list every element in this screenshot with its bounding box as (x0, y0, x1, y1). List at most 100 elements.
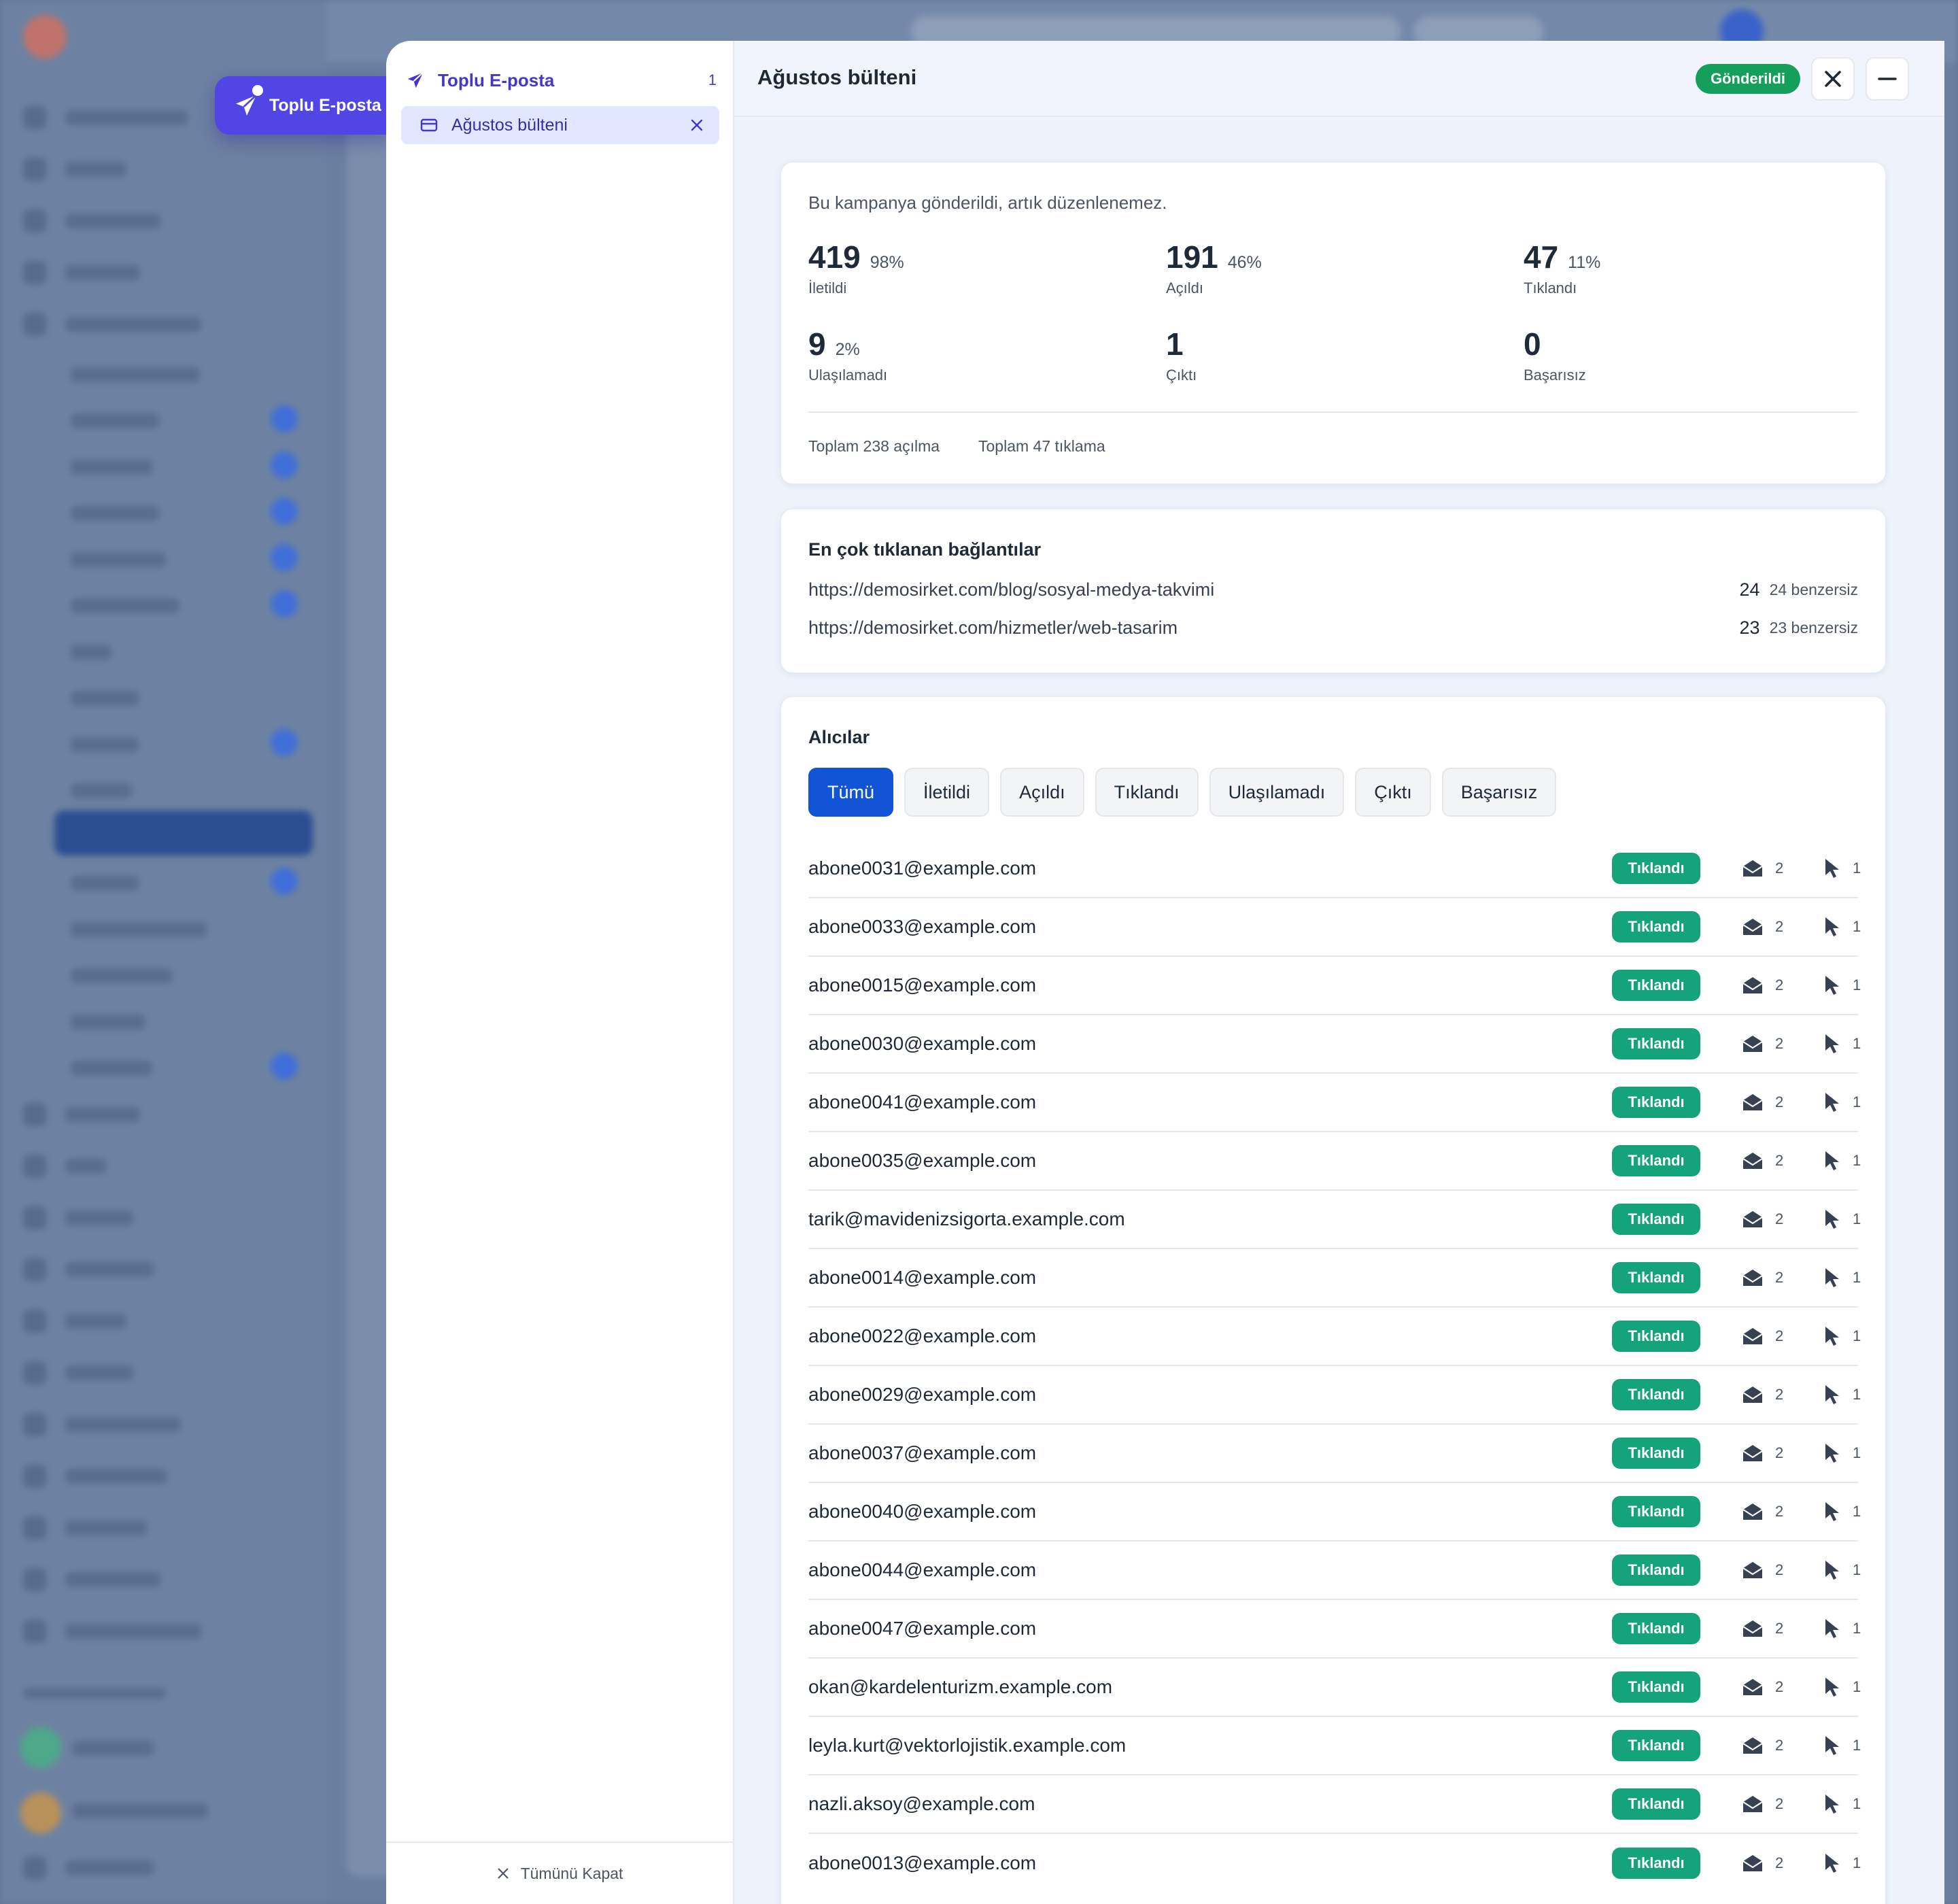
opens-count: 2 (1775, 918, 1784, 935)
filter-unreachable[interactable]: Ulaşılamadı (1209, 768, 1345, 817)
clicks-count: 1 (1853, 1093, 1861, 1110)
background-active-item (54, 811, 313, 855)
filter-clicked[interactable]: Tıklandı (1095, 768, 1199, 817)
recipient-row[interactable]: leyla.kurt@vektorlojistik.example.com Tı… (808, 1717, 1861, 1775)
filter-unsubscribed[interactable]: Çıktı (1355, 768, 1431, 817)
envelope-open-icon (1741, 1443, 1764, 1463)
envelope-open-icon (1741, 1384, 1764, 1405)
recipient-row[interactable]: abone0022@example.com Tıklandı 2 1 (808, 1308, 1861, 1366)
opens-count: 2 (1775, 1444, 1784, 1461)
status-badge: Gönderildi (1696, 64, 1800, 94)
recipient-email: leyla.kurt@vektorlojistik.example.com (808, 1735, 1127, 1756)
close-all-button[interactable]: Tümünü Kapat (386, 1841, 733, 1904)
stat-percent: 11% (1568, 253, 1601, 272)
recipient-row[interactable]: abone0015@example.com Tıklandı 2 1 (808, 957, 1861, 1015)
opens-count: 2 (1775, 1327, 1784, 1344)
recipient-email: abone0029@example.com (808, 1384, 1037, 1405)
stat-value: 9 (808, 326, 826, 362)
recipient-opens: 2 (1741, 1501, 1796, 1522)
clicks-count: 1 (1853, 918, 1861, 935)
minimize-button[interactable] (1866, 57, 1909, 101)
recipient-opens: 2 (1741, 1034, 1796, 1054)
stat-label: Başarısız (1524, 367, 1586, 384)
recipient-row[interactable]: abone0044@example.com Tıklandı 2 1 (808, 1542, 1861, 1600)
recipient-email: abone0031@example.com (808, 857, 1037, 879)
filter-all[interactable]: Tümü (808, 768, 894, 817)
recipient-row[interactable]: abone0041@example.com Tıklandı 2 1 (808, 1074, 1861, 1132)
envelope-open-icon (1741, 858, 1764, 879)
rail-header[interactable]: Toplu E-posta 1 (405, 65, 717, 95)
page-title: Ağustos bülteni (757, 65, 917, 89)
recipient-row[interactable]: abone0040@example.com Tıklandı 2 1 (808, 1483, 1861, 1542)
cursor-icon (1823, 1384, 1842, 1406)
recipient-clicks: 1 (1823, 1384, 1861, 1406)
recipient-row[interactable]: nazli.aksoy@example.com Tıklandı 2 1 (808, 1775, 1861, 1834)
recipient-status-badge: Tıklandı (1612, 1028, 1700, 1059)
recipient-status-badge: Tıklandı (1612, 911, 1700, 942)
recipients-card: Alıcılar Tümü İletildi Açıldı Tıklandı U… (780, 696, 1886, 1904)
recipient-opens: 2 (1741, 1209, 1796, 1229)
opens-count: 2 (1775, 1035, 1784, 1052)
recipient-email: nazli.aksoy@example.com (808, 1793, 1035, 1814)
recipient-filters: Tümü İletildi Açıldı Tıklandı Ulaşılamad… (808, 768, 1557, 817)
link-url[interactable]: https://demosirket.com/hizmetler/web-tas… (808, 617, 1740, 639)
clicks-count: 1 (1853, 1152, 1861, 1169)
tab-agustos-bulteni[interactable]: Ağustos bülteni (401, 106, 719, 144)
filter-delivered[interactable]: İletildi (904, 768, 990, 817)
opens-count: 2 (1775, 1152, 1784, 1169)
link-row: https://demosirket.com/blog/sosyal-medya… (808, 576, 1858, 603)
opens-count: 2 (1775, 860, 1784, 877)
recipient-row[interactable]: abone0035@example.com Tıklandı 2 1 (808, 1132, 1861, 1191)
recipient-clicks: 1 (1823, 1442, 1861, 1464)
filter-opened[interactable]: Açıldı (1000, 768, 1084, 817)
close-tab-icon[interactable] (689, 118, 704, 133)
recipient-row[interactable]: abone0031@example.com Tıklandı 2 1 (808, 840, 1861, 898)
close-button[interactable] (1811, 57, 1855, 101)
recipient-opens: 2 (1741, 1443, 1796, 1463)
recipient-row[interactable]: abone0030@example.com Tıklandı 2 1 (808, 1015, 1861, 1074)
stat-label: Ulaşılamadı (808, 367, 888, 384)
divider (808, 411, 1858, 413)
clicks-count: 1 (1853, 1269, 1861, 1286)
link-url[interactable]: https://demosirket.com/blog/sosyal-medya… (808, 579, 1740, 600)
recipient-status-badge: Tıklandı (1612, 853, 1700, 884)
opens-count: 2 (1775, 1503, 1784, 1520)
clicks-count: 1 (1853, 1444, 1861, 1461)
recipient-clicks: 1 (1823, 974, 1861, 996)
recipient-opens: 2 (1741, 1677, 1796, 1697)
opens-count: 2 (1775, 1795, 1784, 1812)
background-sidebar (0, 0, 326, 1904)
top-links-title: En çok tıklanan bağlantılar (808, 539, 1042, 560)
filter-failed[interactable]: Başarısız (1441, 768, 1557, 817)
tab-label: Ağustos bülteni (451, 115, 568, 135)
envelope-open-icon (1741, 1034, 1764, 1054)
recipient-opens: 2 (1741, 1384, 1796, 1405)
cursor-icon (1823, 1676, 1842, 1698)
recipient-row[interactable]: okan@kardelenturizm.example.com Tıklandı… (808, 1659, 1861, 1717)
envelope-open-icon (1741, 1151, 1764, 1171)
bulk-email-launcher[interactable]: Toplu E-posta (215, 76, 392, 135)
stat-value: 191 (1166, 239, 1218, 275)
recipient-row[interactable]: tarik@mavidenizsigorta.example.com Tıkla… (808, 1191, 1861, 1249)
recipient-row[interactable]: abone0029@example.com Tıklandı 2 1 (808, 1366, 1861, 1425)
recipient-row[interactable]: abone0037@example.com Tıklandı 2 1 (808, 1425, 1861, 1483)
recipient-row[interactable]: abone0033@example.com Tıklandı 2 1 (808, 898, 1861, 957)
cursor-icon (1823, 1033, 1842, 1055)
stat-value: 0 (1524, 326, 1541, 362)
recipient-clicks: 1 (1823, 1150, 1861, 1172)
total-opens: Toplam 238 açılma (808, 437, 940, 455)
recipient-clicks: 1 (1823, 916, 1861, 938)
stat-label: Açıldı (1166, 279, 1204, 296)
recipient-email: abone0033@example.com (808, 916, 1037, 937)
recipient-row[interactable]: abone0047@example.com Tıklandı 2 1 (808, 1600, 1861, 1659)
recipient-clicks: 1 (1823, 1208, 1861, 1230)
panel-header: Ağustos bülteni Gönderildi (734, 41, 1944, 117)
recipient-status-badge: Tıklandı (1612, 1145, 1700, 1176)
recipient-row[interactable]: abone0013@example.com Tıklandı 2 1 (808, 1834, 1861, 1892)
clicks-count: 1 (1853, 1035, 1861, 1052)
recipient-row[interactable]: abone0014@example.com Tıklandı 2 1 (808, 1249, 1861, 1308)
stat-delivered: 419 98% İletildi (808, 239, 904, 297)
clicks-count: 1 (1853, 1795, 1861, 1812)
envelope-open-icon (1741, 1560, 1764, 1580)
campaign-detail-panel: Ağustos bülteni Gönderildi Bu kampanya g… (734, 41, 1944, 1904)
